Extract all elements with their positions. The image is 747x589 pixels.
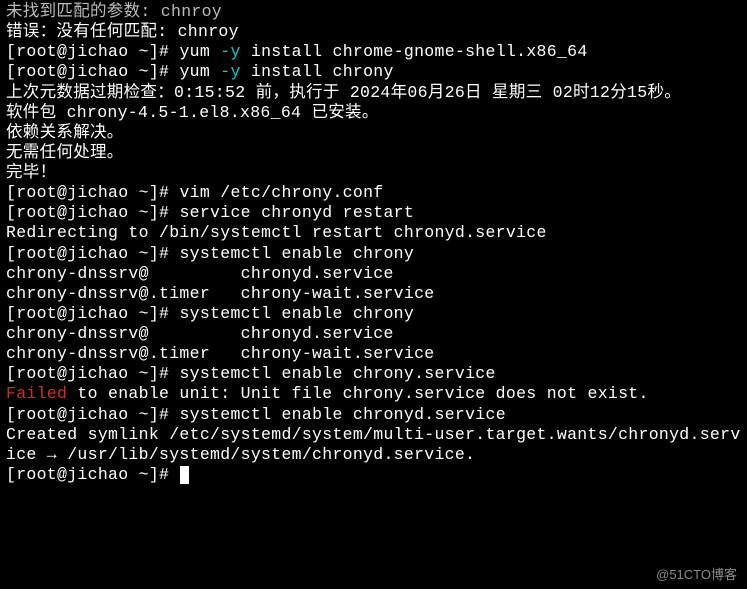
- command-line: [root@jichao ~]# yum -y install chrome-g…: [6, 42, 741, 62]
- output-line: 未找到匹配的参数: chnroy: [6, 2, 741, 22]
- output-line: 错误：没有任何匹配: chnroy: [6, 22, 741, 42]
- output-line: 上次元数据过期检查：0:15:52 前，执行于 2024年06月26日 星期三 …: [6, 83, 741, 103]
- cursor-icon: [180, 466, 189, 484]
- output-line: 依赖关系解决。: [6, 123, 741, 143]
- command-line: [root@jichao ~]# systemctl enable chrony…: [6, 364, 741, 384]
- error-line: Failed to enable unit: Unit file chrony.…: [6, 384, 741, 404]
- output-line: 无需任何处理。: [6, 143, 741, 163]
- command-line: [root@jichao ~]# systemctl enable chrony: [6, 304, 741, 324]
- command-line: [root@jichao ~]# vim /etc/chrony.conf: [6, 183, 741, 203]
- output-line: chrony-dnssrv@.timer chrony-wait.service: [6, 344, 741, 364]
- command-line: [root@jichao ~]# systemctl enable chrony: [6, 244, 741, 264]
- terminal-output[interactable]: 未找到匹配的参数: chnroy 错误：没有任何匹配: chnroy [root…: [6, 2, 741, 485]
- output-line: Created symlink /etc/systemd/system/mult…: [6, 425, 741, 465]
- command-line: [root@jichao ~]# systemctl enable chrony…: [6, 405, 741, 425]
- prompt-line[interactable]: [root@jichao ~]#: [6, 465, 741, 485]
- command-line: [root@jichao ~]# yum -y install chrony: [6, 62, 741, 82]
- output-line: chrony-dnssrv@ chronyd.service: [6, 264, 741, 284]
- watermark-text: @51CTO博客: [656, 567, 737, 583]
- command-line: [root@jichao ~]# service chronyd restart: [6, 203, 741, 223]
- output-line: chrony-dnssrv@.timer chrony-wait.service: [6, 284, 741, 304]
- output-line: 完毕！: [6, 163, 741, 183]
- output-line: chrony-dnssrv@ chronyd.service: [6, 324, 741, 344]
- output-line: Redirecting to /bin/systemctl restart ch…: [6, 223, 741, 243]
- output-line: 软件包 chrony-4.5-1.el8.x86_64 已安装。: [6, 103, 741, 123]
